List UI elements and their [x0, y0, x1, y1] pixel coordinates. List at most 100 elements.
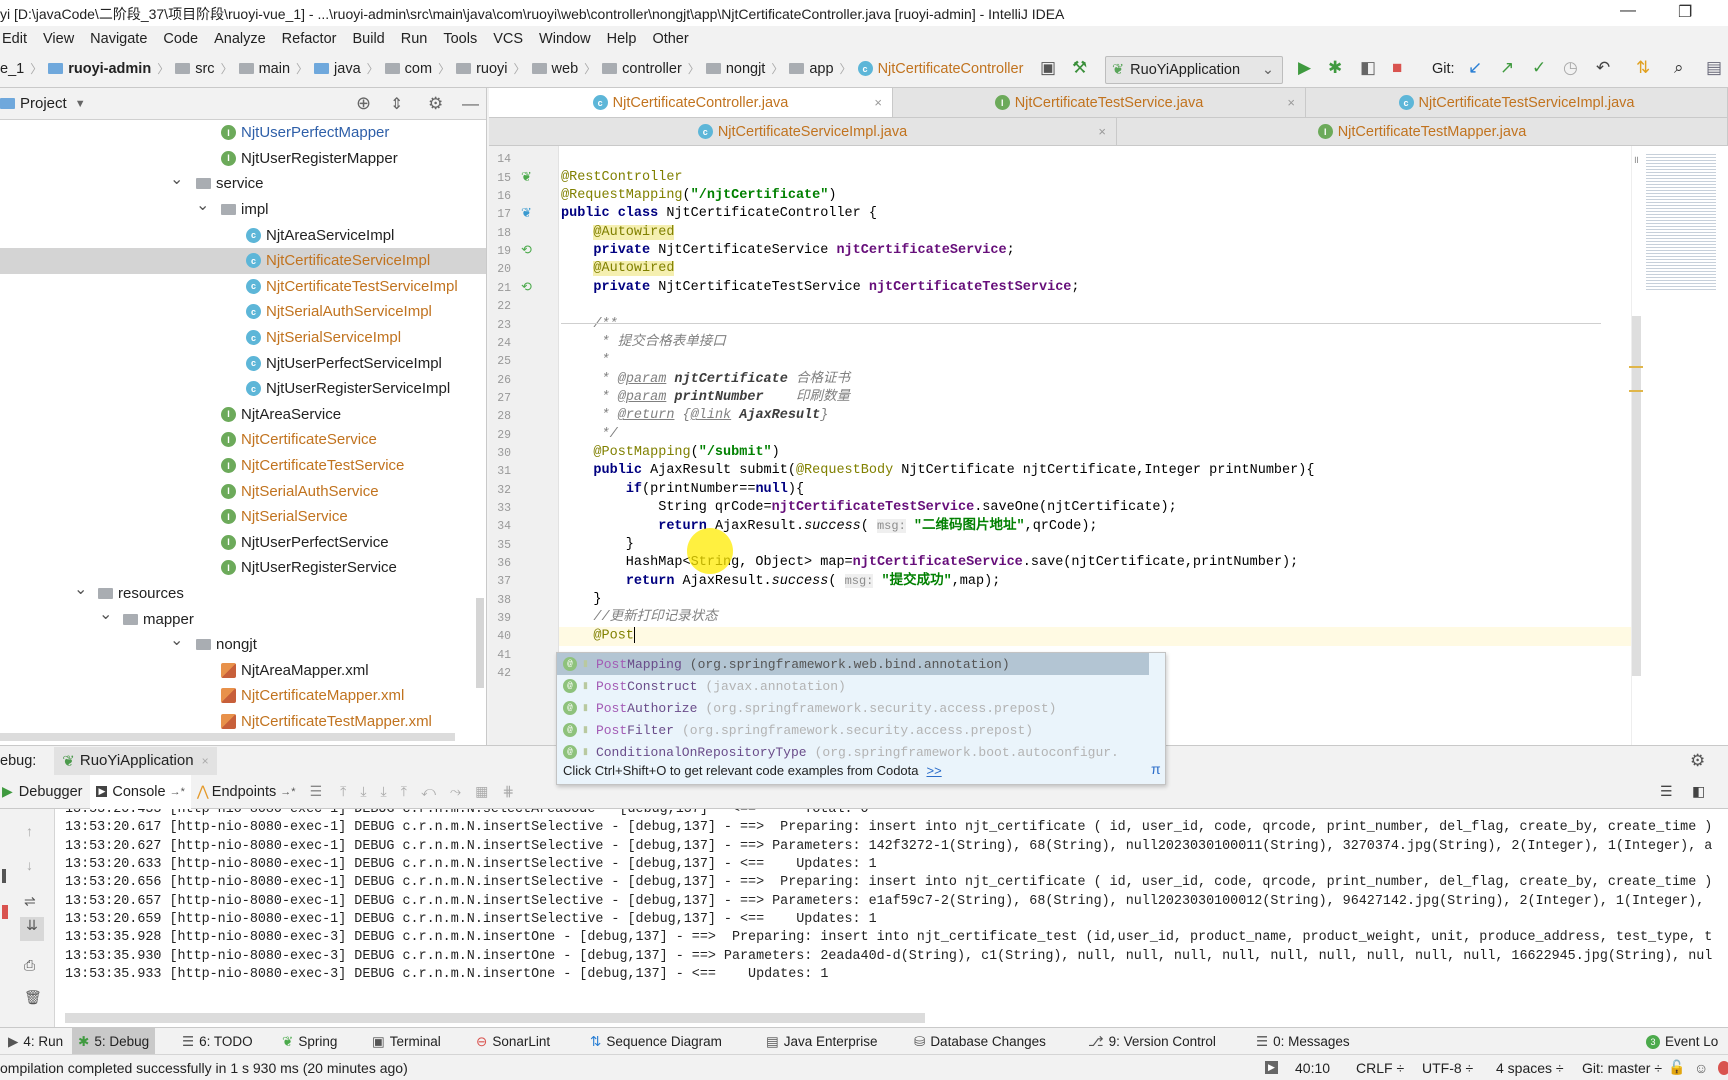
breadcrumb-item[interactable]: ruoyi-admin 〉 [48, 60, 169, 77]
down-icon[interactable]: ↓ [26, 857, 33, 873]
tree-item[interactable]: NjtCertificateTestMapper.xml [0, 709, 486, 735]
menu-tools[interactable]: Tools [443, 31, 477, 47]
breadcrumb-item[interactable]: src 〉 [175, 60, 233, 77]
tool-window-messages[interactable]: ☰ 0: Messages [1250, 1028, 1356, 1055]
completion-item[interactable]: @ ▮ Post Construct (javax.annotation) [557, 675, 1149, 697]
tree-item[interactable]: I NjtUserRegisterService [0, 555, 486, 581]
step-over-icon[interactable]: ⤓ [360, 783, 366, 800]
code-line[interactable]: * @return {@link AjaxResult} [561, 407, 829, 425]
stop-icon[interactable] [2, 905, 8, 919]
tree-item[interactable]: NjtAreaMapper.xml [0, 658, 486, 684]
line-separator-select[interactable]: CRLF ÷ [1356, 1060, 1404, 1076]
project-view-select[interactable]: Project [20, 95, 67, 112]
code-line[interactable]: * [561, 352, 610, 370]
git-update-icon[interactable]: ↙ [1468, 58, 1482, 78]
project-structure-icon[interactable]: ▤ [1706, 58, 1722, 78]
debug-icon[interactable]: ✱ [1328, 58, 1342, 78]
code-line[interactable]: return AjaxResult.success( msg: "提交成功",m… [561, 572, 1000, 590]
breadcrumb-item[interactable]: com 〉 [384, 60, 450, 77]
tool-window-sequencediagram[interactable]: ⇅ Sequence Diagram [584, 1028, 728, 1055]
close-icon[interactable]: × [202, 754, 209, 768]
breadcrumb-item[interactable]: web 〉 [531, 60, 596, 77]
editor-tab[interactable]: I NjtCertificateTestMapper.java [1117, 118, 1728, 145]
breadcrumb-item[interactable]: main 〉 [238, 60, 308, 77]
tool-window-databasechanges[interactable]: ⛁ Database Changes [908, 1028, 1052, 1055]
warning-marker[interactable] [1629, 366, 1643, 368]
collapse-all-icon[interactable]: ⇕ [390, 94, 403, 114]
menu-analyze[interactable]: Analyze [214, 31, 266, 47]
tree-item[interactable]: c NjtAreaServiceImpl [0, 222, 486, 248]
tool-window-sonarlint[interactable]: ⊖ SonarLint [470, 1028, 556, 1055]
close-icon[interactable]: × [1287, 95, 1295, 110]
breadcrumb-item[interactable]: e_1 〉 [0, 60, 42, 77]
tree-item[interactable]: ⌄ nongjt [0, 632, 486, 658]
menu-code[interactable]: Code [163, 31, 198, 47]
code-line[interactable]: * 提交合格表单接口 [561, 334, 726, 352]
lock-icon[interactable]: 🔓 [1668, 1059, 1685, 1076]
code-line[interactable]: } [561, 591, 601, 609]
tree-item[interactable]: I NjtAreaService [0, 402, 486, 428]
soft-wrap-icon[interactable]: ⇌ [24, 893, 36, 910]
editor-tab[interactable]: I NjtCertificateTestService.java × [893, 88, 1306, 117]
editor-tab[interactable]: c NjtCertificateController.java × [489, 88, 893, 117]
run-to-cursor-icon[interactable]: ⤳ [450, 783, 461, 800]
code-line[interactable]: /** [561, 316, 617, 334]
completion-item[interactable]: @ ▮ Post Authorize (org.springframework.secu… [557, 697, 1149, 719]
tree-item[interactable]: I NjtCertificateService [0, 427, 486, 453]
gear-icon[interactable]: ⚙ [1690, 751, 1705, 771]
breadcrumb-item[interactable]: nongjt 〉 [705, 60, 783, 77]
code-line[interactable]: @RequestMapping("/njtCertificate") [561, 187, 836, 205]
tree-item[interactable]: I NjtSerialService [0, 504, 486, 530]
minimap[interactable] [1631, 146, 1728, 745]
code-line[interactable]: String qrCode=njtCertificateTestService.… [561, 499, 1177, 517]
restore-button[interactable]: ❐ [1678, 2, 1692, 22]
frames-icon[interactable]: ☰ [310, 783, 323, 800]
chevron-down-icon[interactable]: ⌄ [170, 169, 183, 189]
menu-refactor[interactable]: Refactor [282, 31, 337, 47]
tree-item[interactable]: c NjtUserPerfectServiceImpl [0, 350, 486, 376]
code-line[interactable]: //更新打印记录状态 [561, 609, 717, 627]
search-icon[interactable]: ⌕ [1674, 58, 1684, 78]
caret-position[interactable]: 40:10 [1295, 1060, 1330, 1076]
debug-console[interactable]: 13:53:20.433 [http-nio-8080-exec-1] DEBU… [55, 809, 1728, 1027]
spring-bean-icon[interactable]: ❦ [521, 169, 532, 185]
autowired-icon[interactable]: ⟲ [521, 279, 532, 295]
up-icon[interactable]: ↑ [26, 823, 33, 839]
code-line[interactable]: * @param njtCertificate 合格证书 [561, 371, 850, 389]
inspector-icon[interactable]: ☺ [1694, 1060, 1708, 1076]
stop-icon[interactable]: ■ [1392, 58, 1402, 78]
vertical-scrollbar[interactable] [476, 598, 484, 688]
tree-item[interactable]: c NjtSerialServiceImpl [0, 325, 486, 351]
menu-edit[interactable]: Edit [2, 31, 27, 47]
completion-item[interactable]: @ ▮ Post Mapping (org.springframework.web.bi… [557, 653, 1149, 675]
code-line[interactable]: @RestController [561, 169, 683, 187]
git-commit-icon[interactable]: ✓ [1532, 58, 1546, 78]
code-line[interactable]: private NjtCertificateTestService njtCer… [561, 279, 1079, 297]
restore-layout-icon[interactable]: ◧ [1692, 783, 1705, 800]
tool-window-run[interactable]: ▶ 4: Run [2, 1028, 69, 1055]
menu-help[interactable]: Help [607, 31, 637, 47]
chevron-down-icon[interactable]: ⌄ [74, 579, 87, 599]
print-icon[interactable]: ⎙ [24, 957, 35, 974]
breadcrumb-item[interactable]: c NjtCertificateController [857, 61, 1023, 77]
run-configuration-select[interactable]: ❦ RuoYiApplication ⌄ [1105, 56, 1283, 84]
code-line[interactable]: private NjtCertificateService njtCertifi… [561, 242, 1014, 260]
code-line[interactable]: @Autowired [561, 260, 675, 278]
menu-navigate[interactable]: Navigate [90, 31, 147, 47]
pi-icon[interactable]: π [1151, 761, 1161, 777]
console-horizontal-scrollbar[interactable] [65, 1013, 925, 1023]
close-icon[interactable]: × [874, 95, 882, 110]
git-branch-select[interactable]: Git: master ÷ [1582, 1060, 1662, 1076]
vcs-operations-icon[interactable]: ⇅ [1636, 58, 1650, 78]
tool-window-terminal[interactable]: ▣ Terminal [366, 1028, 447, 1055]
menu-window[interactable]: Window [539, 31, 591, 47]
tree-item[interactable]: I NjtUserPerfectMapper [0, 120, 486, 146]
spring-class-icon[interactable]: ❦ [521, 205, 532, 221]
code-line[interactable]: @PostMapping("/submit") [561, 444, 779, 462]
code-line[interactable]: */ [561, 426, 618, 444]
code-line[interactable]: * @param printNumber 印刷数量 [561, 389, 850, 407]
menu-run[interactable]: Run [401, 31, 428, 47]
breadcrumb-item[interactable]: app 〉 [789, 60, 852, 77]
chevron-down-icon[interactable]: ▼ [75, 98, 86, 110]
code-line[interactable]: @Post [561, 627, 636, 645]
